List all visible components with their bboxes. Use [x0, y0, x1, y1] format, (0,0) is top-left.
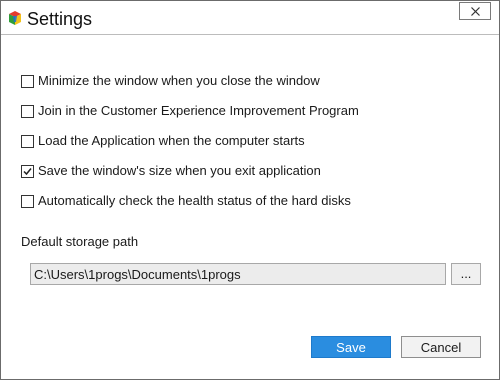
window-title: Settings: [27, 9, 93, 29]
checkbox[interactable]: [21, 104, 34, 118]
option-load-on-startup[interactable]: Load the Application when the computer s…: [21, 133, 305, 149]
checkbox[interactable]: [21, 194, 34, 208]
option-label: Minimize the window when you close the w…: [38, 73, 320, 88]
save-button[interactable]: Save: [311, 336, 391, 358]
settings-dialog: Settings Minimize the window when you cl…: [0, 0, 500, 380]
checkmark-icon: [23, 167, 32, 175]
option-save-window-size[interactable]: Save the window's size when you exit app…: [21, 163, 321, 179]
app-logo-icon: [7, 10, 23, 26]
option-check-disk-health[interactable]: Automatically check the health status of…: [21, 193, 351, 209]
cancel-button[interactable]: Cancel: [401, 336, 481, 358]
checkbox[interactable]: [21, 134, 34, 148]
close-icon: [471, 7, 480, 16]
checkbox[interactable]: [21, 74, 34, 88]
option-label: Join in the Customer Experience Improvem…: [38, 103, 359, 118]
option-join-ceip[interactable]: Join in the Customer Experience Improvem…: [21, 103, 359, 119]
browse-button[interactable]: ...: [451, 263, 481, 285]
title-divider: [1, 34, 499, 35]
title-bar: Settings: [1, 1, 499, 35]
checkbox-checked[interactable]: [21, 164, 34, 178]
option-label: Load the Application when the computer s…: [38, 133, 305, 148]
close-button[interactable]: [459, 2, 491, 20]
storage-path-input[interactable]: [30, 263, 446, 285]
storage-path-label: Default storage path: [21, 234, 139, 249]
option-minimize-on-close[interactable]: Minimize the window when you close the w…: [21, 73, 320, 89]
option-label: Save the window's size when you exit app…: [38, 163, 321, 178]
option-label: Automatically check the health status of…: [38, 193, 351, 208]
